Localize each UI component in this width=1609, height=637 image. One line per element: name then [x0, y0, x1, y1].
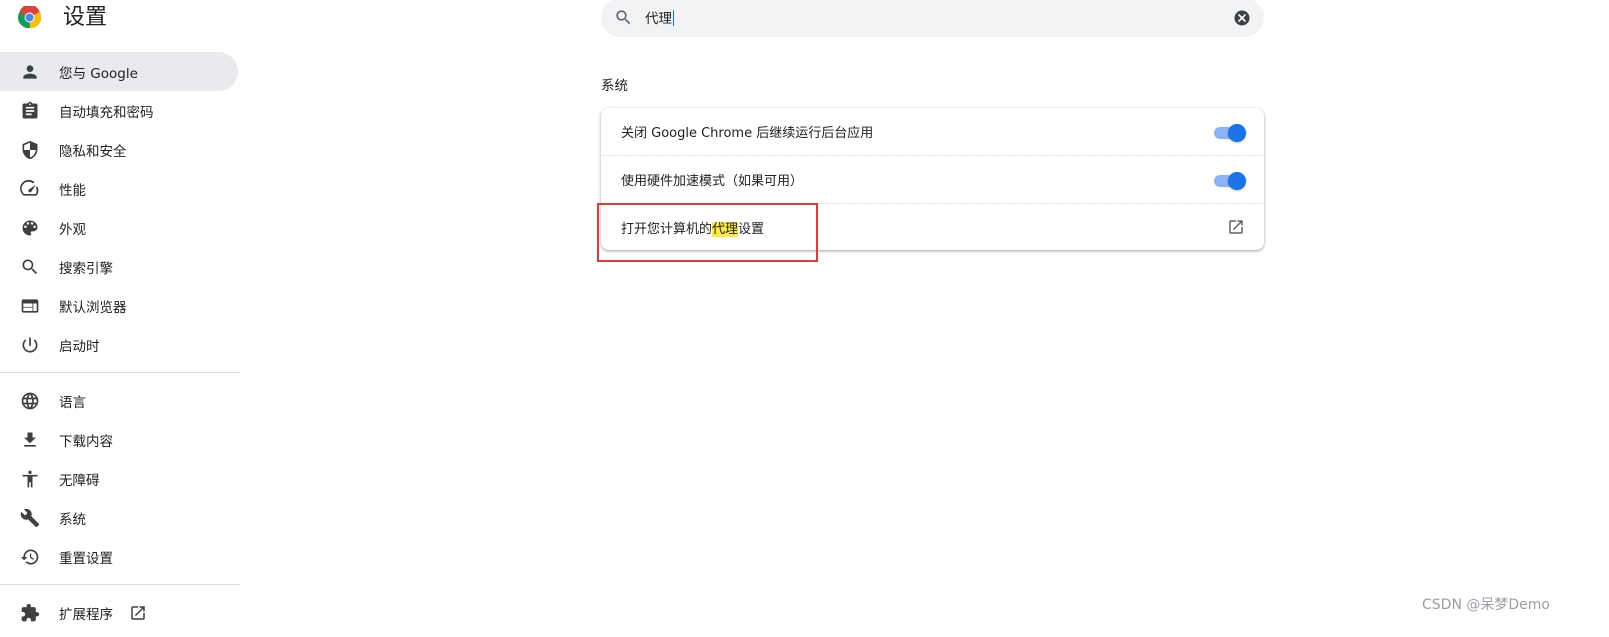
- sidebar-divider: [0, 584, 240, 585]
- clear-search-icon[interactable]: [1233, 9, 1251, 27]
- search-icon: [20, 257, 40, 277]
- sidebar-item-label: 无障碍: [59, 472, 100, 489]
- sidebar-item-label: 启动时: [59, 338, 100, 355]
- history-icon: [20, 547, 40, 567]
- app-header: 设置: [0, 0, 240, 40]
- setting-row-proxy-settings[interactable]: 打开您计算机的代理设置: [601, 203, 1264, 250]
- sidebar-item-label: 下载内容: [59, 433, 113, 450]
- sidebar: 您与 Google 自动填充和密码 隐私和安全 性能 外观 搜索引擎 默认浏览器…: [0, 52, 240, 632]
- puzzle-icon: [20, 603, 40, 623]
- search-input[interactable]: 代理: [645, 7, 674, 27]
- sidebar-item-label: 默认浏览器: [59, 299, 127, 316]
- sidebar-item-reset[interactable]: 重置设置: [0, 537, 238, 576]
- search-icon: [614, 8, 633, 27]
- open-in-new-icon: [129, 604, 147, 622]
- sidebar-item-label: 隐私和安全: [59, 143, 127, 160]
- chrome-logo-icon: [17, 4, 42, 29]
- system-settings-card: 关闭 Google Chrome 后继续运行后台应用 使用硬件加速模式（如果可用…: [601, 108, 1264, 250]
- sidebar-item-label: 搜索引擎: [59, 260, 113, 277]
- sidebar-item-label: 系统: [59, 511, 86, 528]
- sidebar-item-label: 重置设置: [59, 550, 113, 567]
- sidebar-item-label: 自动填充和密码: [59, 104, 154, 121]
- toggle-knob: [1228, 124, 1246, 142]
- label-suffix: 设置: [738, 221, 765, 237]
- sidebar-item-label: 性能: [59, 182, 86, 199]
- sidebar-item-search-engine[interactable]: 搜索引擎: [0, 247, 238, 286]
- page-title: 设置: [63, 5, 108, 30]
- sidebar-item-label: 语言: [59, 394, 86, 411]
- sidebar-item-you-and-google[interactable]: 您与 Google: [0, 52, 238, 91]
- hardware-acceleration-toggle[interactable]: [1214, 172, 1246, 190]
- watermark: CSDN @呆梦Demo: [1422, 597, 1550, 613]
- sidebar-item-languages[interactable]: 语言: [0, 381, 238, 420]
- search-highlight: 代理: [712, 221, 739, 237]
- settings-search-box[interactable]: 代理: [601, 0, 1264, 37]
- setting-label: 关闭 Google Chrome 后继续运行后台应用: [621, 126, 874, 141]
- sidebar-item-downloads[interactable]: 下载内容: [0, 420, 238, 459]
- speedometer-icon: [20, 179, 40, 199]
- open-in-new-icon[interactable]: [1227, 218, 1245, 236]
- setting-label: 使用硬件加速模式（如果可用）: [621, 173, 804, 189]
- person-icon: [20, 62, 40, 82]
- shield-icon: [20, 140, 40, 160]
- sidebar-item-extensions[interactable]: 扩展程序: [0, 593, 238, 632]
- sidebar-item-performance[interactable]: 性能: [0, 169, 238, 208]
- globe-icon: [20, 391, 40, 411]
- setting-row-hardware-acceleration[interactable]: 使用硬件加速模式（如果可用）: [601, 155, 1264, 202]
- setting-label: 打开您计算机的代理设置: [621, 218, 764, 237]
- label-prefix: 打开您计算机的: [621, 221, 713, 237]
- sidebar-item-on-startup[interactable]: 启动时: [0, 325, 238, 364]
- sidebar-item-label: 外观: [59, 221, 86, 238]
- sidebar-divider: [0, 372, 240, 373]
- sidebar-item-default-browser[interactable]: 默认浏览器: [0, 286, 238, 325]
- browser-icon: [20, 296, 40, 316]
- sidebar-item-label: 您与 Google: [59, 65, 138, 82]
- sidebar-item-privacy[interactable]: 隐私和安全: [0, 130, 238, 169]
- setting-row-background-apps[interactable]: 关闭 Google Chrome 后继续运行后台应用: [601, 108, 1264, 155]
- toggle-knob: [1228, 172, 1246, 190]
- sidebar-item-system[interactable]: 系统: [0, 498, 238, 537]
- background-apps-toggle[interactable]: [1214, 124, 1246, 142]
- accessibility-icon: [20, 469, 40, 489]
- text-caret: [673, 10, 674, 26]
- palette-icon: [20, 218, 40, 238]
- sidebar-item-accessibility[interactable]: 无障碍: [0, 459, 238, 498]
- wrench-icon: [20, 508, 40, 528]
- download-icon: [20, 430, 40, 450]
- sidebar-item-autofill[interactable]: 自动填充和密码: [0, 91, 238, 130]
- section-title-system: 系统: [601, 78, 628, 94]
- power-icon: [20, 335, 40, 355]
- search-input-value: 代理: [645, 11, 672, 27]
- sidebar-item-label: 扩展程序: [59, 606, 113, 623]
- clipboard-icon: [20, 101, 40, 121]
- sidebar-item-appearance[interactable]: 外观: [0, 208, 238, 247]
